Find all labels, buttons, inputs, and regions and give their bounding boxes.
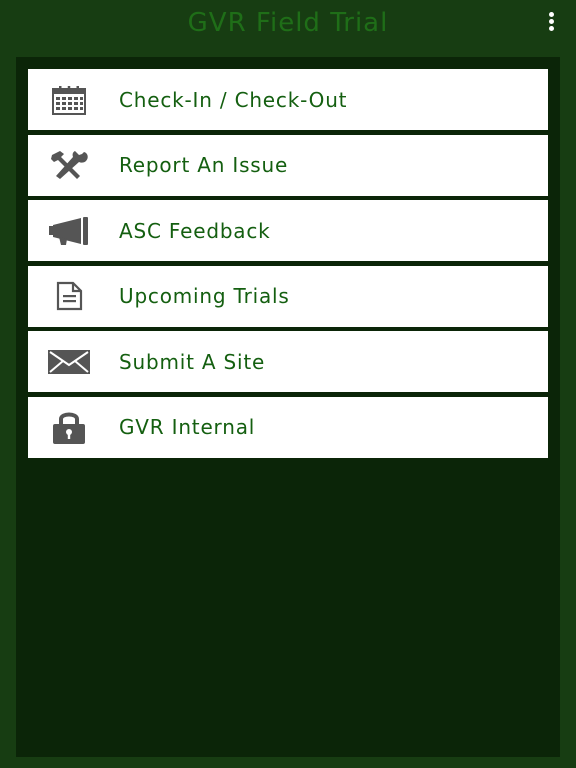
main-menu: Check-In / Check-Out Report An Issue ASC… — [28, 69, 548, 463]
menu-item-label: Check-In / Check-Out — [119, 87, 348, 112]
menu-item-asc-feedback[interactable]: ASC Feedback — [28, 200, 548, 262]
app-header: GVR Field Trial — [0, 0, 576, 50]
app-title: GVR Field Trial — [187, 8, 389, 38]
menu-item-report-issue[interactable]: Report An Issue — [28, 134, 548, 196]
menu-item-label: Submit A Site — [119, 349, 266, 374]
more-vert-icon[interactable] — [544, 12, 558, 34]
lock-icon — [47, 409, 91, 445]
megaphone-icon — [47, 213, 91, 249]
main-panel: Check-In / Check-Out Report An Issue ASC… — [16, 57, 560, 757]
menu-item-upcoming-trials[interactable]: Upcoming Trials — [28, 265, 548, 327]
menu-item-label: GVR Internal — [119, 415, 256, 440]
menu-item-label: ASC Feedback — [119, 218, 271, 243]
tools-icon — [47, 147, 91, 183]
menu-item-check-in-out[interactable]: Check-In / Check-Out — [28, 69, 548, 130]
envelope-icon — [47, 344, 91, 380]
calendar-icon — [47, 82, 91, 118]
document-icon — [47, 278, 91, 314]
menu-item-gvr-internal[interactable]: GVR Internal — [28, 396, 548, 458]
menu-item-submit-site[interactable]: Submit A Site — [28, 331, 548, 393]
menu-item-label: Report An Issue — [119, 153, 289, 178]
menu-item-label: Upcoming Trials — [119, 284, 290, 309]
